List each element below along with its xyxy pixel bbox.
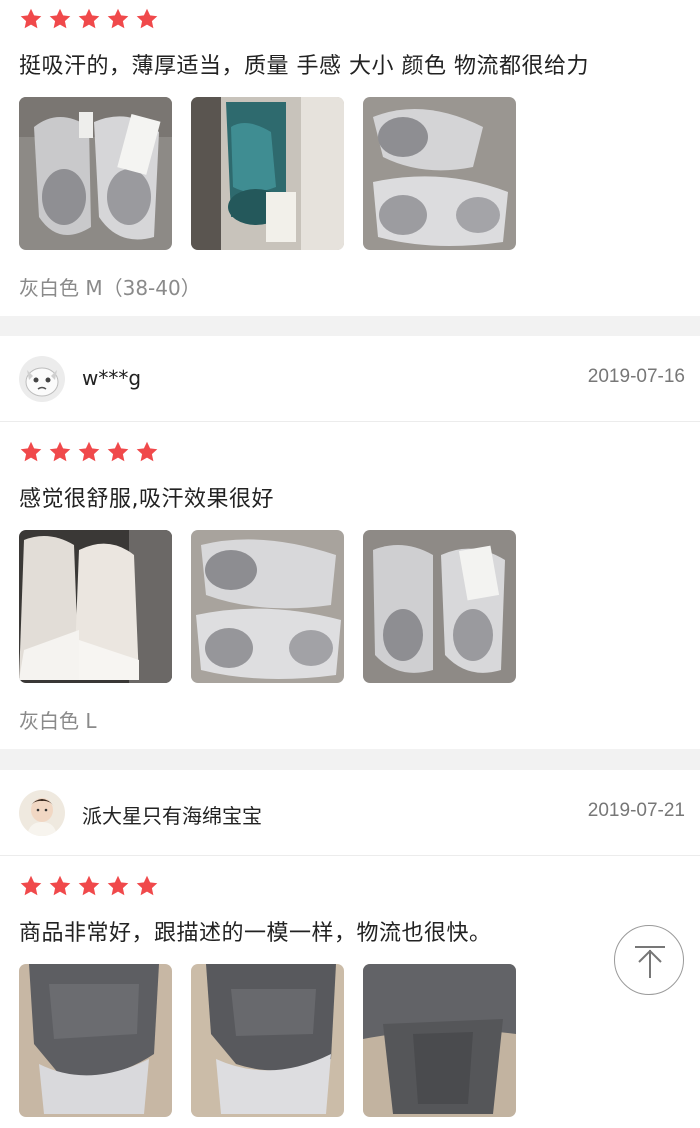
star-icon [106,874,130,898]
review-header: 派大星只有海绵宝宝 2019-07-21 [0,770,700,856]
review-header: w***g 2019-07-16 [0,336,700,422]
review-photos [19,964,516,1117]
variant-label: 灰白色 L [19,709,97,733]
star-icon [48,7,72,31]
star-icon [19,7,43,31]
star-icon [77,7,101,31]
star-icon [77,440,101,464]
star-icon [106,7,130,31]
star-rating [19,7,159,31]
star-icon [77,874,101,898]
review-photo[interactable] [19,964,172,1117]
review-date: 2019-07-16 [587,366,685,387]
variant-label: 灰白色 M（38-40） [19,276,201,300]
review-photo[interactable] [191,530,344,683]
review-photo[interactable] [19,530,172,683]
review-card: w***g 2019-07-16 感觉很舒服,吸汗效果很好 灰白色 L [0,336,700,749]
review-photos [19,97,516,250]
avatar[interactable] [19,356,65,402]
star-icon [135,874,159,898]
star-icon [48,874,72,898]
username: 派大星只有海绵宝宝 [82,804,262,828]
star-icon [48,440,72,464]
review-date: 2019-07-21 [587,800,685,821]
review-photo[interactable] [191,97,344,250]
review-photo[interactable] [363,964,516,1117]
review-photo[interactable] [363,530,516,683]
star-icon [135,440,159,464]
review-text: 挺吸汗的，薄厚适当，质量 手感 大小 颜色 物流都很给力 [19,54,589,79]
review-card: 派大星只有海绵宝宝 2019-07-21 商品非常好，跟描述的一模一样，物流也很… [0,770,700,1128]
review-card: 挺吸汗的，薄厚适当，质量 手感 大小 颜色 物流都很给力 灰白色 M（38-40… [0,0,700,316]
star-icon [19,874,43,898]
review-text: 感觉很舒服,吸汗效果很好 [19,487,274,512]
username: w***g [82,366,142,390]
avatar[interactable] [19,790,65,836]
review-photo[interactable] [363,97,516,250]
review-photos [19,530,516,683]
arrow-up-icon [635,946,665,978]
star-icon [19,440,43,464]
scroll-to-top-button[interactable] [614,925,684,995]
star-icon [135,7,159,31]
star-rating [19,440,159,464]
review-photo[interactable] [19,97,172,250]
review-text: 商品非常好，跟描述的一模一样，物流也很快。 [19,921,492,946]
review-photo[interactable] [191,964,344,1117]
star-rating [19,874,159,898]
star-icon [106,440,130,464]
